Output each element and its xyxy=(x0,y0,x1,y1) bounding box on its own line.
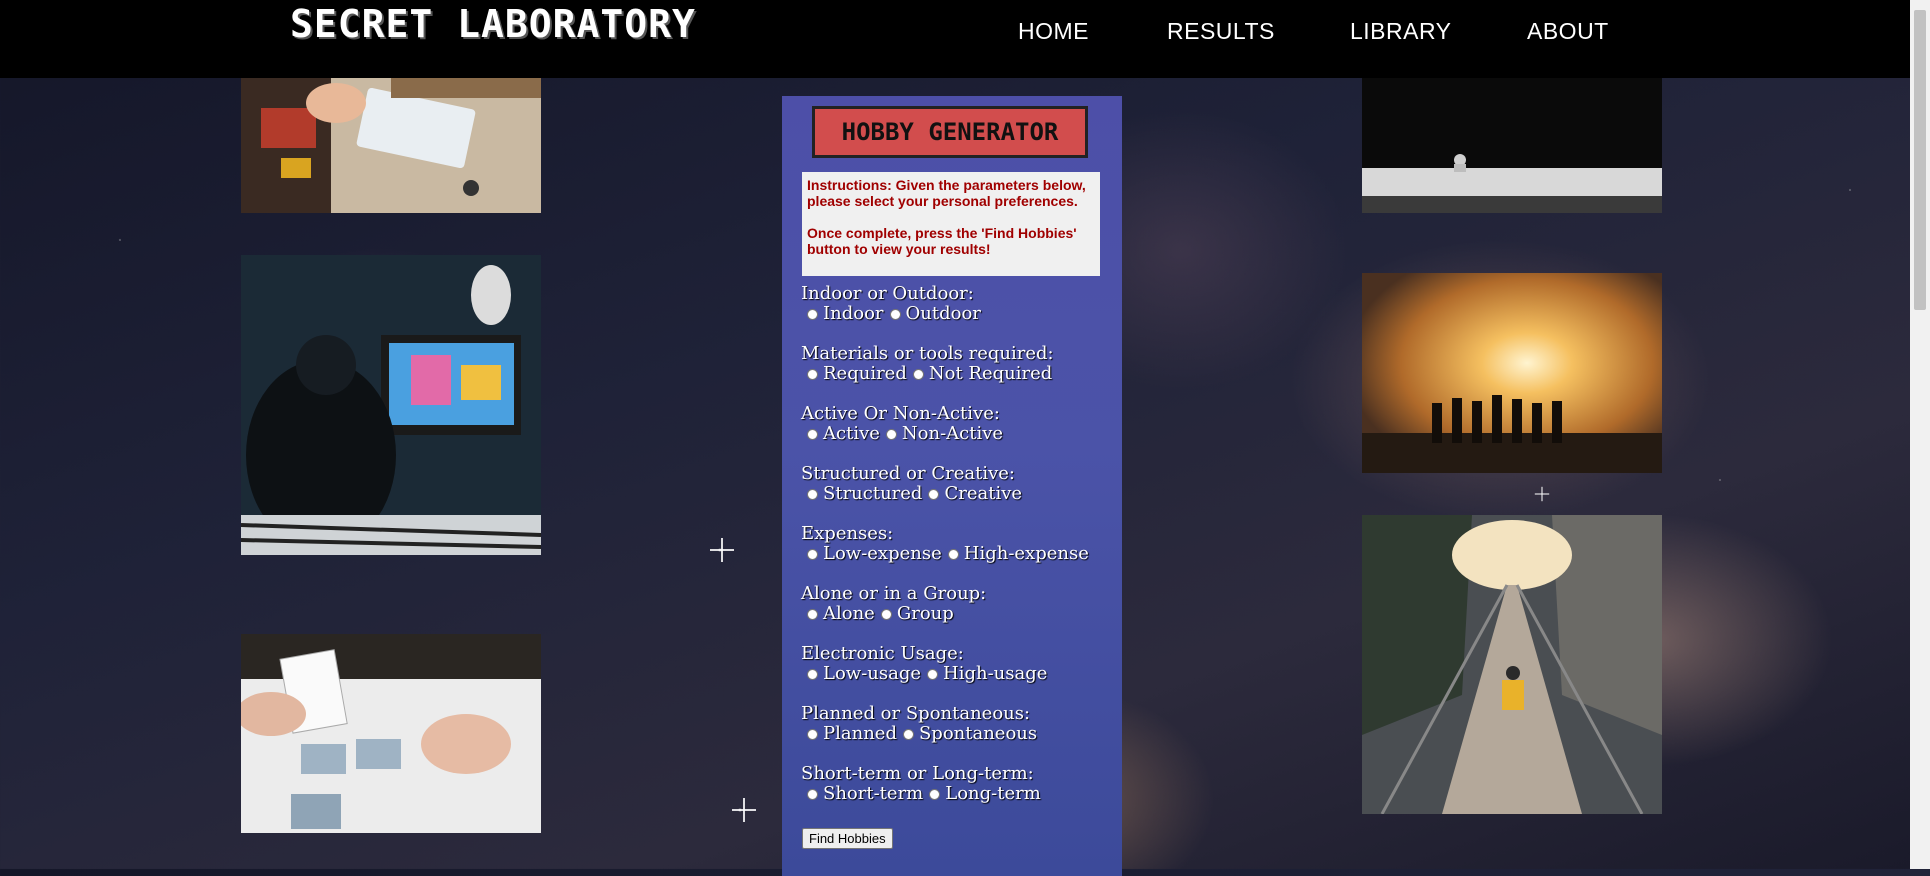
star-sparkle xyxy=(732,798,756,822)
nav-library[interactable]: LIBRARY xyxy=(1350,18,1452,45)
top-navbar: SECRET LABORATORY HOME RESULTS LIBRARY A… xyxy=(0,0,1910,78)
star-sparkle xyxy=(710,538,734,562)
question-indoor-outdoor: Indoor or Outdoor: Indoor Outdoor xyxy=(801,284,1111,344)
star-sparkle xyxy=(1534,486,1550,502)
option-label[interactable]: Planned xyxy=(823,724,897,744)
question-label: Active Or Non-Active: xyxy=(801,403,1000,424)
radio-short-term[interactable] xyxy=(807,788,818,800)
radio-structured[interactable] xyxy=(807,488,818,500)
question-planned: Planned or Spontaneous: Planned Spontane… xyxy=(801,704,1111,764)
radio-low-usage[interactable] xyxy=(807,668,818,680)
option-label[interactable]: Non-Active xyxy=(902,424,1003,444)
question-expenses: Expenses: Low-expense High-expense xyxy=(801,524,1111,584)
radio-alone[interactable] xyxy=(807,608,818,620)
radio-required[interactable] xyxy=(807,368,818,380)
option-label[interactable]: High-usage xyxy=(943,664,1047,684)
instructions-text: Instructions: Given the parameters below… xyxy=(807,177,1086,209)
question-label: Alone or in a Group: xyxy=(801,583,987,604)
question-electronic: Electronic Usage: Low-usage High-usage xyxy=(801,644,1111,704)
radio-active[interactable] xyxy=(807,428,818,440)
option-label[interactable]: Low-expense xyxy=(823,544,942,564)
question-label: Structured or Creative: xyxy=(801,463,1015,484)
option-label[interactable]: Outdoor xyxy=(906,304,981,324)
option-label[interactable]: Active xyxy=(823,424,880,444)
question-label: Expenses: xyxy=(801,523,894,544)
option-label[interactable]: Creative xyxy=(944,484,1022,504)
photo-dark-stage xyxy=(1362,78,1662,213)
question-label: Indoor or Outdoor: xyxy=(801,283,974,304)
radio-outdoor[interactable] xyxy=(889,308,901,320)
radio-creative[interactable] xyxy=(928,488,940,500)
nav-home[interactable]: HOME xyxy=(1018,18,1089,45)
question-structured: Structured or Creative: Structured Creat… xyxy=(801,464,1111,524)
nav-results[interactable]: RESULTS xyxy=(1167,18,1275,45)
option-label[interactable]: Structured xyxy=(823,484,922,504)
question-label: Electronic Usage: xyxy=(801,643,964,664)
option-label[interactable]: Indoor xyxy=(823,304,884,324)
question-label: Short-term or Long-term: xyxy=(801,763,1034,784)
question-active: Active Or Non-Active: Active Non-Active xyxy=(801,404,1111,464)
option-label[interactable]: Long-term xyxy=(945,784,1041,804)
radio-long-term[interactable] xyxy=(929,788,941,800)
question-label: Materials or tools required: xyxy=(801,343,1054,364)
option-label[interactable]: Low-usage xyxy=(823,664,921,684)
site-logo[interactable]: SECRET LABORATORY xyxy=(290,2,696,46)
photo-playing-cards xyxy=(241,634,541,833)
photo-suspension-bridge xyxy=(1362,515,1662,814)
radio-high-usage[interactable] xyxy=(927,668,939,680)
hobby-form-panel: HOBBY GENERATOR Instructions: Given the … xyxy=(782,96,1122,876)
instructions-text: Once complete, press the 'Find Hobbies' … xyxy=(807,225,1077,257)
question-alone-group: Alone or in a Group: Alone Group xyxy=(801,584,1111,644)
nav-about[interactable]: ABOUT xyxy=(1527,18,1609,45)
question-materials: Materials or tools required: Required No… xyxy=(801,344,1111,404)
option-label[interactable]: High-expense xyxy=(964,544,1089,564)
scrollbar-thumb[interactable] xyxy=(1914,10,1926,310)
option-label[interactable]: Required xyxy=(823,364,907,384)
radio-not-required[interactable] xyxy=(912,368,924,380)
find-hobbies-button[interactable]: Find Hobbies xyxy=(802,828,893,849)
option-label[interactable]: Short-term xyxy=(823,784,923,804)
radio-indoor[interactable] xyxy=(807,308,818,320)
question-term: Short-term or Long-term: Short-term Long… xyxy=(801,764,1111,824)
radio-non-active[interactable] xyxy=(885,428,897,440)
radio-spontaneous[interactable] xyxy=(902,728,914,740)
radio-high-expense[interactable] xyxy=(947,548,959,560)
preferences-form: Indoor or Outdoor: Indoor Outdoor Materi… xyxy=(801,284,1111,824)
option-label[interactable]: Not Required xyxy=(929,364,1052,384)
radio-planned[interactable] xyxy=(807,728,818,740)
question-label: Planned or Spontaneous: xyxy=(801,703,1031,724)
photo-gamer-tv xyxy=(241,255,541,555)
page-scrollbar[interactable] xyxy=(1910,0,1930,869)
photo-lego-building xyxy=(241,78,541,213)
option-label[interactable]: Alone xyxy=(823,604,875,624)
radio-low-expense[interactable] xyxy=(807,548,818,560)
instructions-box: Instructions: Given the parameters below… xyxy=(802,172,1100,276)
option-label[interactable]: Spontaneous xyxy=(919,724,1037,744)
radio-group[interactable] xyxy=(880,608,892,620)
option-label[interactable]: Group xyxy=(897,604,954,624)
hobby-generator-title: HOBBY GENERATOR xyxy=(812,106,1088,158)
photo-sunset-group xyxy=(1362,273,1662,473)
